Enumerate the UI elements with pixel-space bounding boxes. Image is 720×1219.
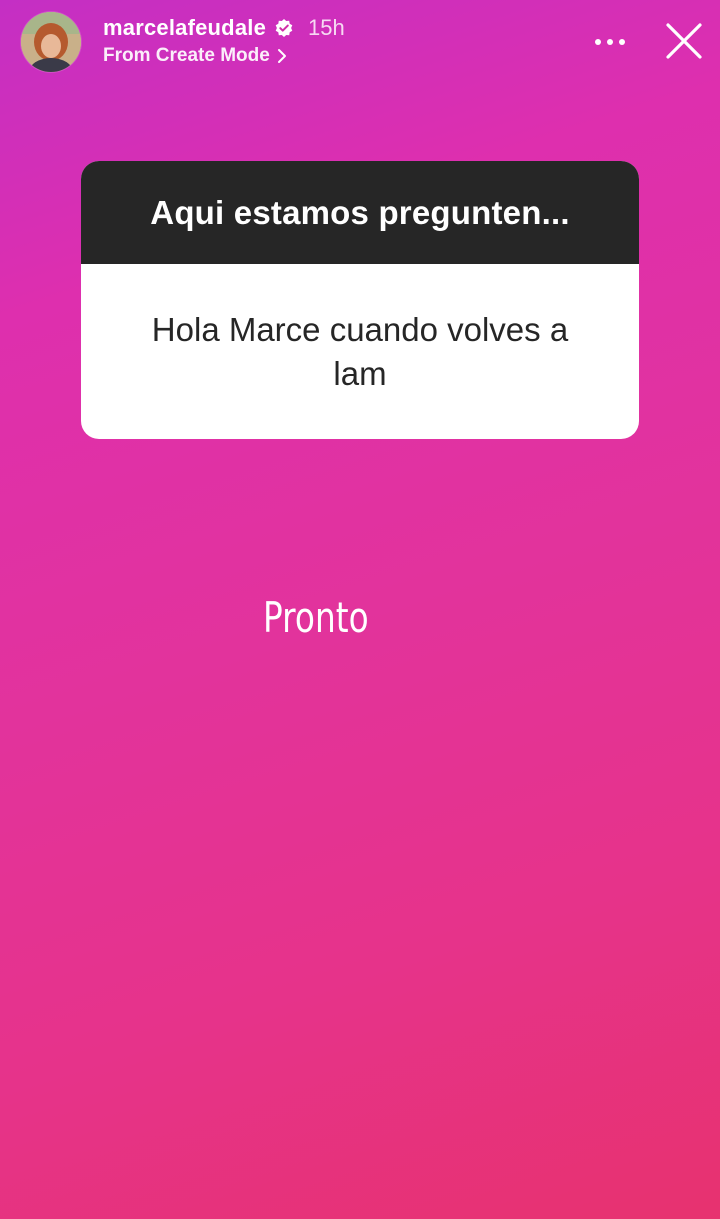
question-answer: Hola Marce cuando volves a lam	[151, 310, 569, 392]
chevron-right-icon	[276, 47, 288, 65]
close-button[interactable]	[660, 19, 708, 67]
story-viewer[interactable]: marcelafeudale 15h From Create Mode Aqui…	[0, 0, 720, 1219]
more-options-icon	[594, 33, 626, 51]
create-mode-link[interactable]: From Create Mode	[103, 45, 288, 67]
post-time: 15h	[308, 15, 345, 40]
question-sticker-header: Aqui estamos pregunten...	[81, 161, 639, 264]
username[interactable]: marcelafeudale	[103, 15, 266, 41]
reply-text: Pronto	[263, 593, 369, 642]
close-icon	[665, 22, 703, 65]
question-sticker-body: Hola Marce cuando volves a lam	[81, 264, 639, 439]
username-row: marcelafeudale 15h	[103, 13, 345, 43]
question-sticker[interactable]: Aqui estamos pregunten... Hola Marce cua…	[81, 161, 639, 439]
verified-badge-icon	[274, 18, 294, 38]
story-header: marcelafeudale 15h From Create Mode	[0, 0, 720, 90]
question-prompt: Aqui estamos pregunten...	[150, 193, 570, 231]
more-options-button[interactable]	[588, 24, 632, 60]
profile-avatar[interactable]	[21, 12, 81, 72]
create-mode-label: From Create Mode	[103, 45, 270, 66]
